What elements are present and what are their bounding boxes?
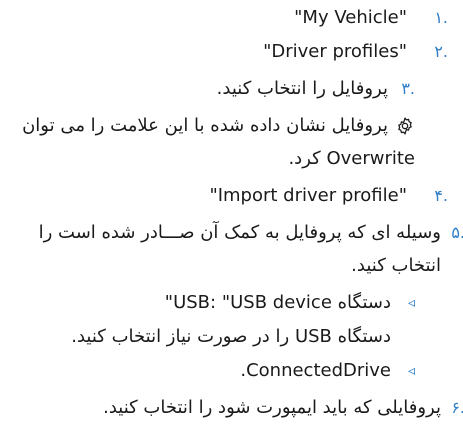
- step-text: پروفایلی که باید ایمپورت شود را انتخاب ک…: [103, 397, 441, 418]
- triangle-bullet-icon: ◃: [407, 363, 415, 379]
- step-text-line-2: انتخاب کنید.: [351, 255, 441, 276]
- overwrite-word: Overwrite: [326, 148, 415, 169]
- gear-icon: [398, 117, 412, 135]
- step-text-line-1: وسیله ای که پروفایل به کمک آن صـــادر شد…: [38, 222, 441, 243]
- note-line-1: پروفایل نشان داده شده با این علامت را می…: [22, 115, 388, 136]
- step-text: "My Vehicle": [294, 7, 407, 28]
- sub-item-description: دستگاه USB را در صورت نیاز انتخاب کنید.: [71, 326, 391, 347]
- step-text: "Driver profiles": [263, 41, 407, 62]
- step-text: پروفایل را انتخاب کنید.: [216, 78, 388, 99]
- step-number: .۲: [434, 42, 448, 61]
- note-line-2-rest: کرد.: [288, 148, 321, 169]
- step-number: .۱: [434, 8, 448, 27]
- step-number: .۶: [451, 398, 463, 417]
- sub-item-label: .ConnectedDrive: [240, 360, 391, 381]
- note-line-2: Overwrite کرد.: [288, 144, 415, 174]
- instruction-page: .۱ "My Vehicle" .۲ "Driver profiles" .۳ …: [0, 0, 463, 445]
- sub-item-label: دستگاه USB: "USB device": [164, 292, 391, 313]
- step-number: .۴: [434, 186, 448, 205]
- step-number: .۵: [451, 223, 463, 242]
- step-text: "Import driver profile": [209, 185, 407, 206]
- step-number: .۳: [401, 79, 415, 98]
- triangle-bullet-icon: ◃: [407, 295, 415, 311]
